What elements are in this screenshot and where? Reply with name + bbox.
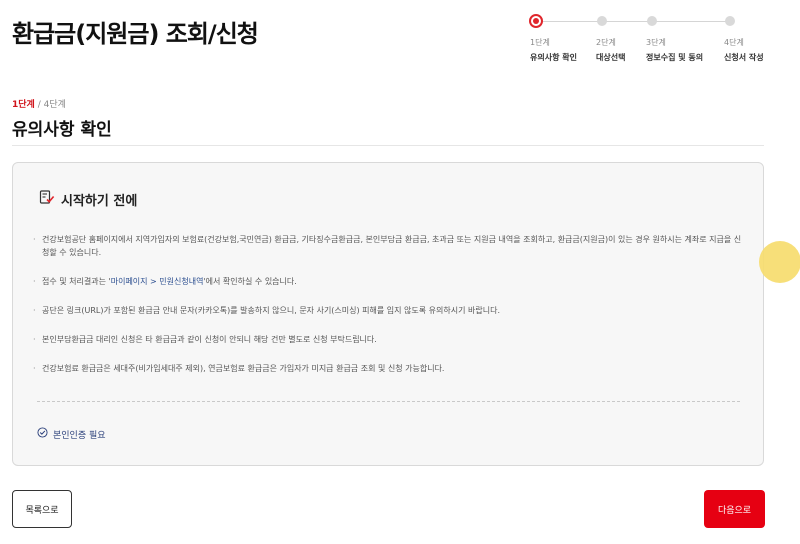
notice-item: 건강보험공단 홈페이지에서 지역가입자의 보험료(건강보험,국민연금) 환급금,… (33, 233, 743, 259)
step-1-number: 1단계 (530, 38, 550, 47)
step-2-label: 대상선택 (596, 53, 626, 62)
step-indicator: 1단계 / 4단계 (12, 97, 66, 110)
notice-item: 공단은 링크(URL)가 포함된 환급금 안내 문자(카카오톡)를 발송하지 않… (33, 304, 743, 317)
step-4-dot (725, 16, 735, 26)
cursor-highlight (759, 241, 800, 283)
step-3-dot (647, 16, 657, 26)
notice-text: '에서 확인하실 수 있습니다. (203, 277, 297, 286)
notice-item: 건강보험료 환급금은 세대주(비가입세대주 제외), 연금보험료 환급금은 가입… (33, 362, 743, 375)
step-2-dot (597, 16, 607, 26)
notice-header: 시작하기 전에 (39, 189, 137, 209)
mypage-link[interactable]: 마이페이지 > 민원신청내역 (111, 277, 204, 286)
step-3-label: 정보수집 및 동의 (646, 53, 704, 62)
check-circle-icon (37, 427, 48, 441)
step-3-number: 3단계 (646, 38, 666, 47)
section-divider (12, 145, 764, 146)
total-steps: 4단계 (43, 100, 66, 110)
notice-text: 접수 및 처리결과는 ' (42, 277, 111, 286)
notice-box: 시작하기 전에 건강보험공단 홈페이지에서 지역가입자의 보험료(건강보험,국민… (12, 162, 764, 466)
step-separator: / (34, 100, 44, 110)
section-title: 유의사항 확인 (12, 120, 112, 140)
next-button[interactable]: 다음으로 (704, 490, 765, 528)
auth-required: 본인인증 필요 (37, 427, 106, 441)
step-4-number: 4단계 (724, 38, 744, 47)
current-step: 1단계 (12, 100, 35, 110)
page-title: 환급금(지원금) 조회/신청 (12, 20, 259, 48)
notice-list: 건강보험공단 홈페이지에서 지역가입자의 보험료(건강보험,국민연금) 환급금,… (33, 233, 743, 391)
notice-item: 본인부담환급금 대리인 신청은 타 환급금과 같이 신청이 안되니 해당 건만 … (33, 333, 743, 346)
notice-item: 접수 및 처리결과는 '마이페이지 > 민원신청내역'에서 확인하실 수 있습니… (33, 275, 743, 288)
auth-required-label: 본인인증 필요 (53, 430, 106, 441)
stepper-track (537, 21, 727, 22)
step-1-dot (529, 14, 543, 28)
step-2-number: 2단계 (596, 38, 616, 47)
back-to-list-button[interactable]: 목록으로 (12, 490, 72, 528)
step-1-label: 유의사항 확인 (530, 53, 577, 62)
progress-stepper: 1단계 유의사항 확인 2단계 대상선택 3단계 정보수집 및 동의 4단계 신… (512, 12, 782, 68)
dashed-divider (37, 401, 740, 402)
checklist-icon (39, 189, 55, 209)
notice-title: 시작하기 전에 (61, 193, 138, 209)
step-4-label: 신청서 작성 (724, 53, 764, 62)
